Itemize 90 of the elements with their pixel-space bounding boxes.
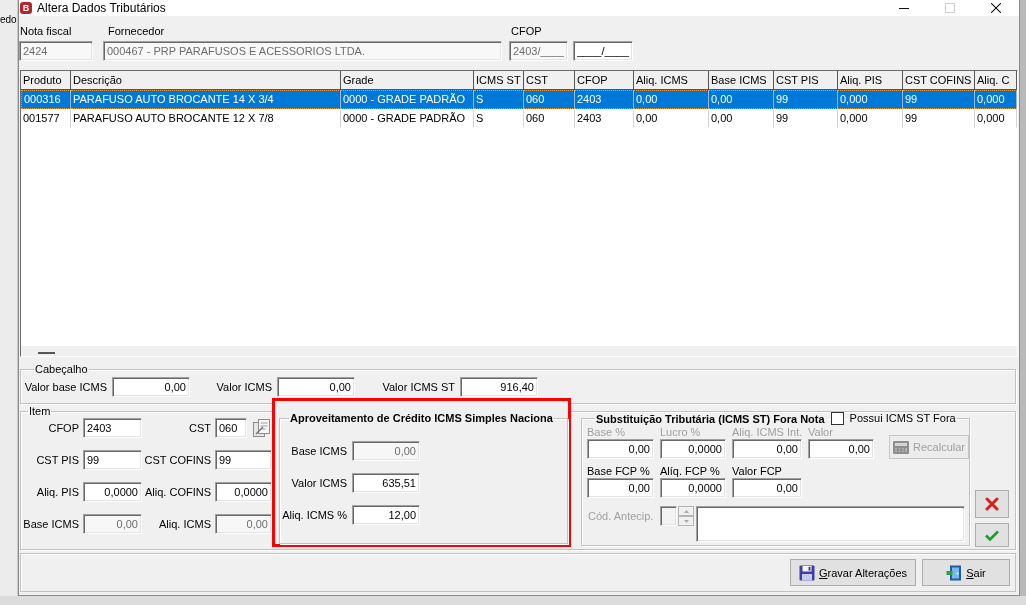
column-header[interactable]: CST PIS <box>774 71 838 90</box>
table-cell: 0,00 <box>709 90 774 109</box>
field-label: Aliq. ICMS % <box>282 508 347 522</box>
column-header[interactable]: Base ICMS <box>709 71 774 90</box>
field-label: Base % <box>587 426 625 439</box>
exit-button[interactable]: Sair <box>922 559 1010 586</box>
text-field[interactable]: 0,00 <box>112 377 190 397</box>
field-label: Nota fiscal <box>19 25 72 38</box>
text-field[interactable]: 0,00 <box>587 478 654 498</box>
column-header[interactable]: CFOP <box>575 71 634 90</box>
field-label: Valor ICMS <box>216 380 272 394</box>
maximize-icon <box>945 3 955 13</box>
table-cell: 99 <box>774 90 838 109</box>
column-header[interactable]: Produto <box>21 71 71 90</box>
field-label: CFOP <box>510 25 542 38</box>
minimize-icon <box>899 7 909 9</box>
text-field[interactable]: 12,00 <box>352 505 420 525</box>
table-cell: PARAFUSO AUTO BROCANTE 14 X 3/4 <box>71 90 341 109</box>
table-cell: 99 <box>903 90 975 109</box>
text-field[interactable]: 2403 <box>83 418 142 438</box>
table-cell: 0,00 <box>634 90 709 109</box>
window-title: Altera Dados Tributários <box>37 1 166 15</box>
field-label: Valor ICMS ST <box>382 380 455 394</box>
table-cell: 0000 - GRADE PADRÃO <box>341 90 474 109</box>
save-button[interactable]: Gravar Alterações <box>790 559 916 586</box>
field-label: Aliq. ICMS Int. <box>732 426 803 439</box>
column-header[interactable]: ICMS ST <box>474 71 524 90</box>
table-cell: 000316 <box>21 90 71 109</box>
text-area[interactable] <box>696 506 965 542</box>
triangle-down-icon <box>683 519 689 523</box>
field-label: Valor ICMS <box>291 476 347 490</box>
text-field[interactable]: 99 <box>215 450 272 470</box>
table-cell: 060 <box>524 90 575 109</box>
field-label: Valor FCP <box>732 465 782 478</box>
field-label: Aliq. COFINS <box>145 485 211 499</box>
field-label: Fornecedor <box>107 25 165 38</box>
column-header[interactable]: Descrição <box>71 71 341 90</box>
field-label: CST <box>189 421 211 435</box>
calculator-icon <box>893 440 909 454</box>
field-label: CST COFINS <box>144 453 211 467</box>
field-label: Valor base ICMS <box>24 380 107 394</box>
group-title: Item <box>29 405 51 417</box>
group-title: Aproveitamento de Crédito ICMS Simples Naciona <box>290 412 553 424</box>
close-icon <box>991 3 1001 13</box>
column-header[interactable]: CST COFINS <box>903 71 975 90</box>
field-label: Base ICMS <box>291 444 347 458</box>
confirm-button[interactable] <box>975 523 1009 547</box>
text-field[interactable]: 635,51 <box>352 473 420 493</box>
text-field[interactable]: 0,0000 <box>215 482 272 502</box>
table-cell: 0,000 <box>975 90 1017 109</box>
column-header[interactable]: Aliq. PIS <box>838 71 903 90</box>
cross-icon <box>985 497 999 511</box>
text-field[interactable]: 0,0000 <box>660 478 726 498</box>
field-label: CST PIS <box>36 453 79 467</box>
document-icon[interactable] <box>253 419 270 437</box>
field-label: CFOP <box>48 421 79 435</box>
column-header[interactable]: Aliq. ICMS <box>634 71 709 90</box>
cancel-button[interactable] <box>975 490 1009 518</box>
text-field[interactable]: 99 <box>83 450 142 470</box>
field-label: Valor <box>808 426 833 439</box>
text-field[interactable]: 0,00 <box>277 377 355 397</box>
table-cell: 2403 <box>575 90 634 109</box>
grip-line-icon[interactable] <box>38 352 55 354</box>
field-label: Aliq. ICMS <box>159 517 211 531</box>
table-row[interactable]: 000316 PARAFUSO AUTO BROCANTE 14 X 3/4 0000 - GRADE PADRÃO S 060 2403 0,00 0,00 99 0,000 99 0,000 <box>21 90 1017 109</box>
column-header[interactable]: Aliq. C <box>975 71 1017 90</box>
background-text: edo <box>0 14 17 26</box>
field-label: Alíq. FCP % <box>660 465 720 478</box>
checkbox[interactable] <box>830 412 844 425</box>
field-label: Base FCP % <box>587 465 650 478</box>
column-header[interactable]: CST <box>524 71 575 90</box>
group-title: Substituição Tributária (ICMS ST) Fora Nota <box>596 412 825 425</box>
text-field[interactable]: 060 <box>215 418 247 438</box>
column-header[interactable]: Grade <box>341 71 474 90</box>
triangle-up-icon <box>683 509 689 513</box>
table-cell: S <box>474 90 524 109</box>
table-cell: 0,000 <box>838 90 903 109</box>
text-field[interactable]: 0,00 <box>732 478 802 498</box>
text-field[interactable]: 0,0000 <box>83 482 142 502</box>
group-title: Cabeçalho <box>35 363 88 375</box>
field-label: Cód. Antecip. <box>587 509 655 524</box>
text-field[interactable]: ____/____ <box>573 41 633 61</box>
field-label: Base ICMS <box>23 517 79 531</box>
text-field[interactable]: 916,40 <box>460 377 538 397</box>
app-logo: B <box>20 2 32 14</box>
checkbox-label[interactable]: Possui ICMS ST Fora <box>849 412 956 425</box>
door-icon <box>946 564 963 581</box>
field-label: Lucro % <box>660 426 701 439</box>
checkmark-icon <box>985 529 999 541</box>
field-label: Aliq. PIS <box>36 485 79 499</box>
